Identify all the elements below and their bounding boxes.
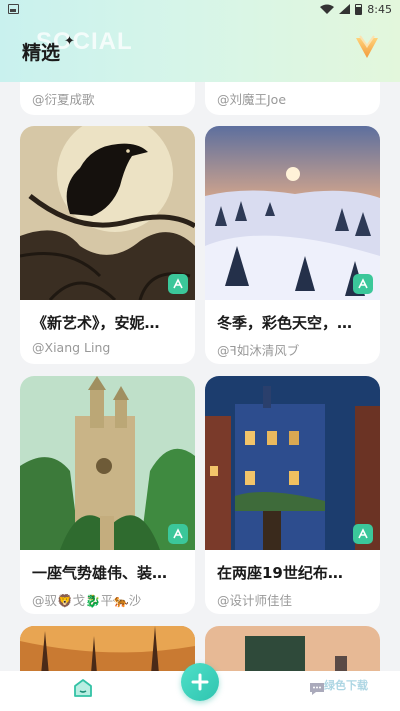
card-author[interactable]: @衍夏成歌 xyxy=(32,89,187,108)
ai-badge-icon xyxy=(168,524,188,544)
card-image-forest[interactable] xyxy=(20,626,195,671)
ai-badge-icon xyxy=(353,524,373,544)
status-bar: 8:45 xyxy=(0,0,400,18)
card-author[interactable]: @驭🦁戈🐉平🐅沙 xyxy=(32,590,187,609)
card-title[interactable]: 冬季，彩色天空，… xyxy=(217,312,372,333)
feed-grid[interactable]: @衍夏成歌 @刘魔王Joe 《新艺术》，安妮… @Xiang Ling 冬季，彩… xyxy=(0,82,400,671)
gallery-notification-icon xyxy=(8,4,19,14)
card-title[interactable]: 《新艺术》，安妮… xyxy=(32,312,187,333)
card-image-castle[interactable] xyxy=(20,376,195,550)
card-image-city[interactable] xyxy=(205,626,380,671)
feed-card[interactable]: 在两座19世纪布… @设计师佳佳 xyxy=(205,376,380,614)
feed-card[interactable]: @衍夏成歌 xyxy=(20,82,195,115)
feed-card[interactable] xyxy=(205,626,380,671)
card-title[interactable]: 一座气势雄伟、装… xyxy=(32,562,187,583)
add-post-button[interactable] xyxy=(181,663,219,701)
card-image-winter[interactable] xyxy=(205,126,380,300)
card-title[interactable]: 在两座19世纪布… xyxy=(217,562,372,583)
card-author[interactable]: @设计师佳佳 xyxy=(217,590,372,609)
card-author[interactable]: @刘魔王Joe xyxy=(217,89,372,108)
status-time: 8:45 xyxy=(367,2,392,16)
card-author[interactable]: @Xiang Ling xyxy=(32,340,187,355)
card-image-raven[interactable] xyxy=(20,126,195,300)
feed-card[interactable]: 冬季，彩色天空，… @ꟻ如沐清风ブ xyxy=(205,126,380,364)
wifi-icon xyxy=(320,4,335,14)
signal-icon xyxy=(339,4,351,14)
feed-card[interactable] xyxy=(20,626,195,671)
battery-icon xyxy=(355,3,363,15)
card-author[interactable]: @ꟻ如沐清风ブ xyxy=(217,340,372,359)
ai-badge-icon xyxy=(168,274,188,294)
card-image-building[interactable] xyxy=(205,376,380,550)
sparkle-icon: ✦ xyxy=(64,34,75,49)
home-tab-icon[interactable] xyxy=(72,677,94,699)
ai-badge-icon xyxy=(353,274,373,294)
feed-card[interactable]: 一座气势雄伟、装… @驭🦁戈🐉平🐅沙 xyxy=(20,376,195,614)
watermark-text: 绿色下载 xyxy=(324,679,368,692)
plus-icon xyxy=(191,673,209,691)
vip-crown-icon[interactable] xyxy=(354,34,380,62)
feed-card[interactable]: 《新艺术》，安妮… @Xiang Ling xyxy=(20,126,195,364)
page-header: SOCIAL 精选 ✦ xyxy=(0,22,400,80)
page-title: 精选 xyxy=(22,42,61,64)
feed-card[interactable]: @刘魔王Joe xyxy=(205,82,380,115)
top-header: 8:45 SOCIAL 精选 ✦ xyxy=(0,0,400,82)
